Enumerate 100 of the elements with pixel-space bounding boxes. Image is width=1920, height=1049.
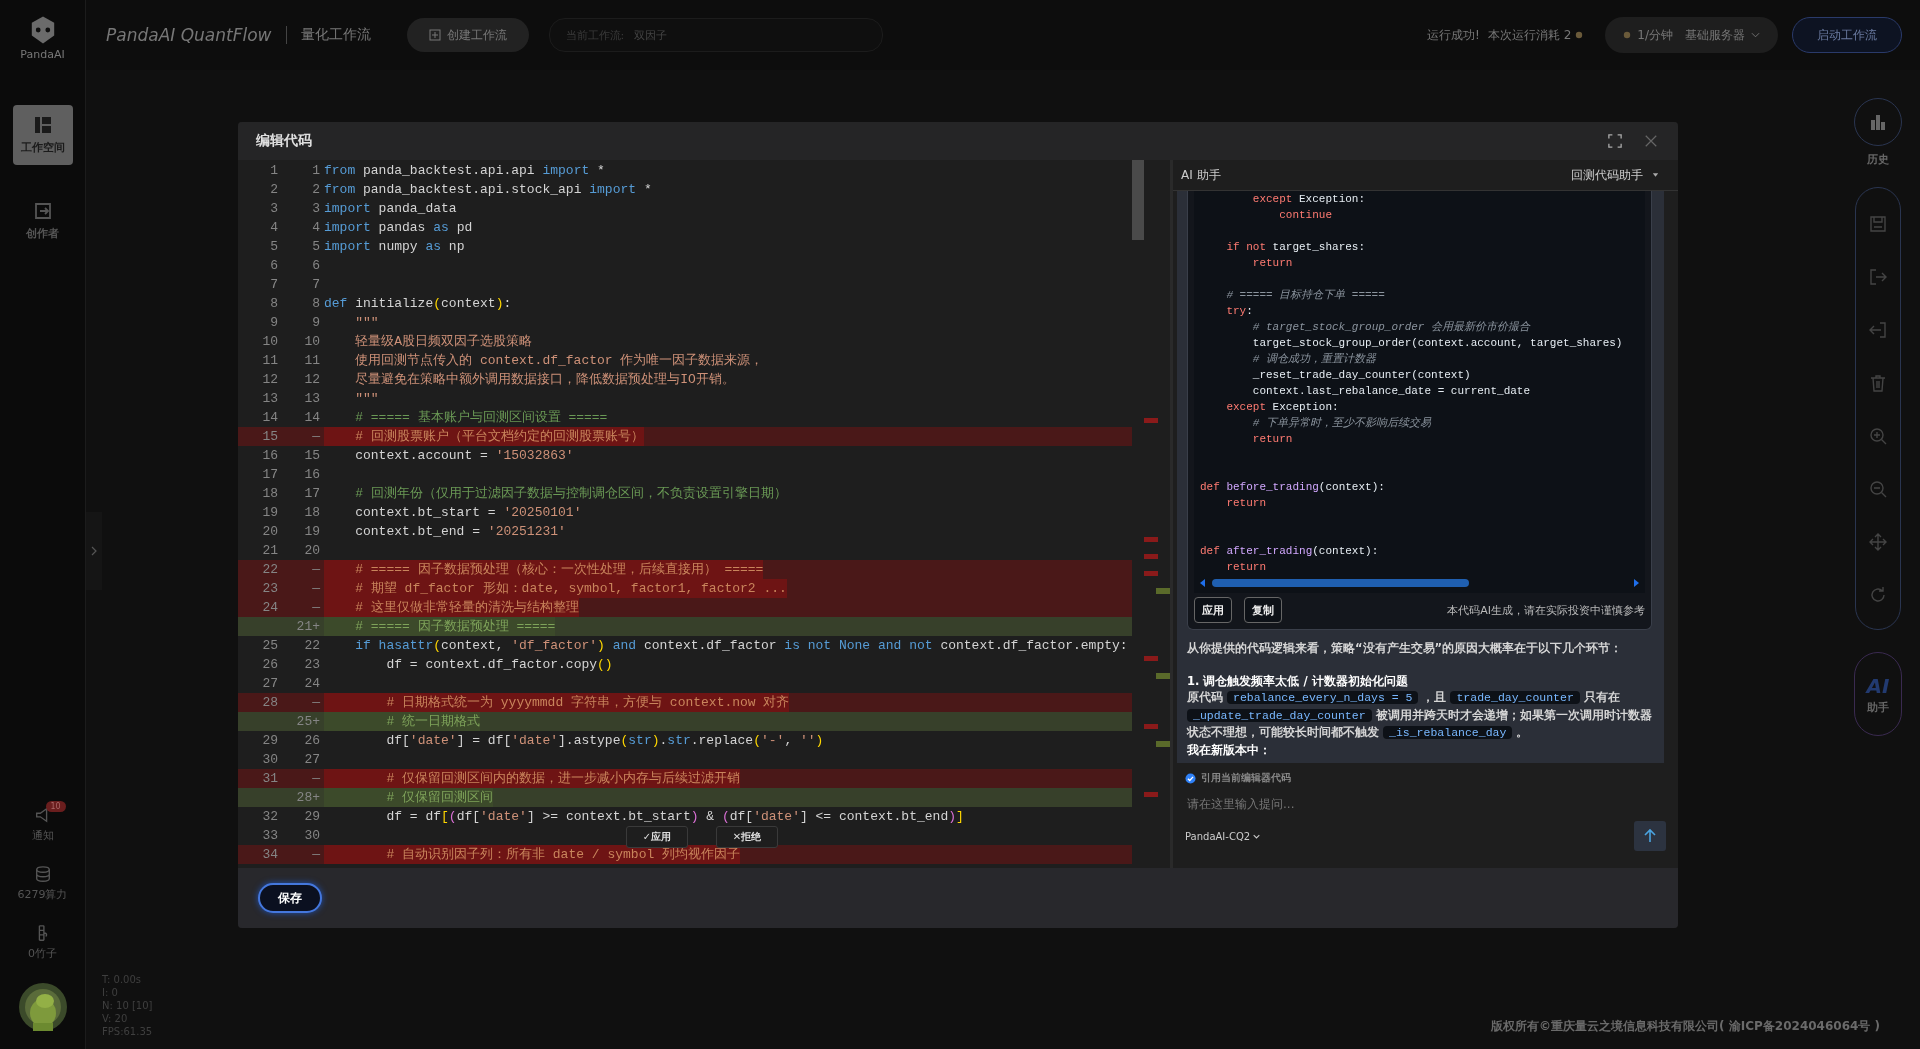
move-icon[interactable] <box>1868 532 1888 552</box>
start-workflow-button[interactable]: 启动工作流 <box>1792 17 1902 53</box>
save-button[interactable]: 保存 <box>258 883 322 913</box>
sidebar-item[interactable]: 工作空间 <box>12 105 73 165</box>
fullscreen-icon[interactable] <box>1608 134 1622 148</box>
horizontal-scrollbar[interactable] <box>1200 577 1639 589</box>
save-icon[interactable] <box>1868 214 1888 234</box>
code-line: try: <box>1225 305 1253 317</box>
coin-icon <box>1623 31 1632 39</box>
create-workflow-button[interactable]: 创建工作流 <box>406 18 529 52</box>
line-number: 6 <box>270 258 278 273</box>
sidebar-item[interactable]: 创作者 <box>12 191 73 251</box>
code-line: context.account = '15032863' <box>354 447 574 465</box>
trash-icon[interactable] <box>1868 373 1888 393</box>
app-subtitle: 量化工作流 <box>300 26 371 44</box>
cite-editor-code-checkbox[interactable]: 引用当前编辑器代码 <box>1185 771 1666 785</box>
notification-badge: 10 <box>45 801 66 812</box>
code-line: return <box>1225 497 1266 509</box>
code-line: df['date'] = df['date'].astype(str).str.replace('-', '') <box>385 732 824 750</box>
server-dropdown[interactable]: 1/分钟 基础服务器 <box>1605 17 1778 53</box>
model-selector[interactable]: PandaAI-CQ2 <box>1185 830 1261 842</box>
code-line: except Exception: <box>1225 401 1339 413</box>
code-line: """ <box>354 390 379 408</box>
scroll-right-icon[interactable] <box>1633 579 1639 587</box>
code-line: df = df[(df['date'] >= context.bt_start) & (df['date'] <= context.bt_end)] <box>385 808 964 826</box>
line-number: 27 <box>262 676 278 691</box>
line-number: 16 <box>304 467 320 482</box>
line-number: 1 <box>312 163 320 178</box>
line-number: — <box>312 562 320 577</box>
line-number: 11 <box>262 353 278 368</box>
code-line: if not target_shares: <box>1225 241 1366 253</box>
line-number: 28+ <box>296 790 320 805</box>
line-number: 21 <box>262 543 278 558</box>
plus-square-icon <box>428 29 441 41</box>
line-number: 9 <box>312 315 320 330</box>
line-number: 21+ <box>296 619 320 634</box>
message-heading: 1. 调仓触发频率太低 / 计数器初始化问题 <box>1187 672 1409 689</box>
line-number: 20 <box>304 543 320 558</box>
apply-button[interactable]: 应用 <box>1194 597 1232 623</box>
code-line: except Exception: <box>1251 193 1366 205</box>
line-number: 29 <box>304 809 320 824</box>
message-text: 从你提供的代码逻辑来看，策略“没有产生交易”的原因大概率在于以下几个环节： <box>1187 640 1624 657</box>
line-number: 27 <box>304 752 320 767</box>
code-line: continue <box>1278 209 1333 221</box>
code-line: context.bt_end = '20251231' <box>354 523 566 541</box>
panel-title: AI 助手 <box>1181 166 1221 184</box>
zoom-in-icon[interactable] <box>1868 426 1888 446</box>
line-number: — <box>312 600 320 615</box>
line-number: 25 <box>262 638 278 653</box>
line-number: 22 <box>304 638 320 653</box>
sidebar-label: 0竹子 <box>28 946 57 961</box>
line-number: 14 <box>262 410 278 425</box>
sidebar-label: 6279算力 <box>17 887 68 902</box>
scroll-left-icon[interactable] <box>1200 579 1206 587</box>
line-number: 5 <box>312 239 320 254</box>
line-number: 13 <box>304 391 320 406</box>
code-line: context.bt_start = '20250101' <box>354 504 582 522</box>
line-number: 34 <box>262 847 278 862</box>
message-text: 原代码 rebalance_every_n_days = 5 ，且 trade_day_counter 只有在 _update_trade_day_counter 被调用并跨天时才会递增；如果第一次调用时计数器状态不理想，可能较长时间都不触发 _is_rebalance_day 。 <box>1187 689 1652 741</box>
line-number: 7 <box>270 277 278 292</box>
code-line: # 下单异常时，至少不影响后续交易 <box>1251 417 1431 429</box>
reject-change-button[interactable]: ✕拒绝 <box>716 826 778 848</box>
line-number: 26 <box>304 733 320 748</box>
refresh-icon[interactable] <box>1868 585 1888 605</box>
line-number: 20 <box>262 524 278 539</box>
disclaimer-text: 本代码AI生成，请在实际投资中谨慎参考 <box>1447 602 1645 618</box>
database-icon[interactable] <box>33 865 52 883</box>
import-icon[interactable] <box>1868 320 1888 340</box>
code-line: if hasattr(context, 'df_factor') and context.df_factor is not None and not context.df_factor.empty: <box>354 637 1128 655</box>
line-number: 8 <box>312 296 320 311</box>
line-number: 33 <box>262 828 278 843</box>
question-input[interactable]: 请在这里输入提问... <box>1185 793 1666 815</box>
line-number: — <box>312 771 320 786</box>
chevron-right-icon <box>91 546 97 556</box>
assistant-mode-dropdown[interactable]: 回测代码助手 <box>1571 166 1660 184</box>
code-line: from panda_backtest.api.stock_api import * <box>324 181 652 199</box>
line-number: 31 <box>262 771 278 786</box>
line-number: 12 <box>304 372 320 387</box>
caret-icon <box>1651 172 1660 178</box>
line-number: 14 <box>304 410 320 425</box>
caret-icon <box>1253 833 1261 839</box>
run-status: 运行成功! <box>1427 26 1480 44</box>
code-line: # 调仓成功，重置计数器 <box>1251 353 1376 365</box>
line-number: 24 <box>304 676 320 691</box>
copyright-text: 版权所有©重庆量云之境信息科技有限公司( 渝ICP备2024046064号 ) <box>1491 1018 1880 1035</box>
line-number: 26 <box>262 657 278 672</box>
copy-button[interactable]: 复制 <box>1244 597 1282 623</box>
history-label: 历史 <box>1867 152 1889 167</box>
close-icon[interactable] <box>1644 134 1658 148</box>
export-icon[interactable] <box>1868 267 1888 287</box>
line-number: 23 <box>262 581 278 596</box>
send-button[interactable] <box>1634 821 1666 851</box>
checkbox-icon[interactable] <box>1185 772 1196 784</box>
accept-change-button[interactable]: ✓应用 <box>626 826 688 848</box>
line-number: 1 <box>270 163 278 178</box>
zoom-out-icon[interactable] <box>1868 479 1888 499</box>
line-number: 24 <box>262 600 278 615</box>
code-line: # target_stock_group_order 会用最新价市价撮合 <box>1251 321 1531 333</box>
code-line: import numpy as np <box>324 238 465 256</box>
code-line: from panda_backtest.api.api import * <box>324 162 605 180</box>
